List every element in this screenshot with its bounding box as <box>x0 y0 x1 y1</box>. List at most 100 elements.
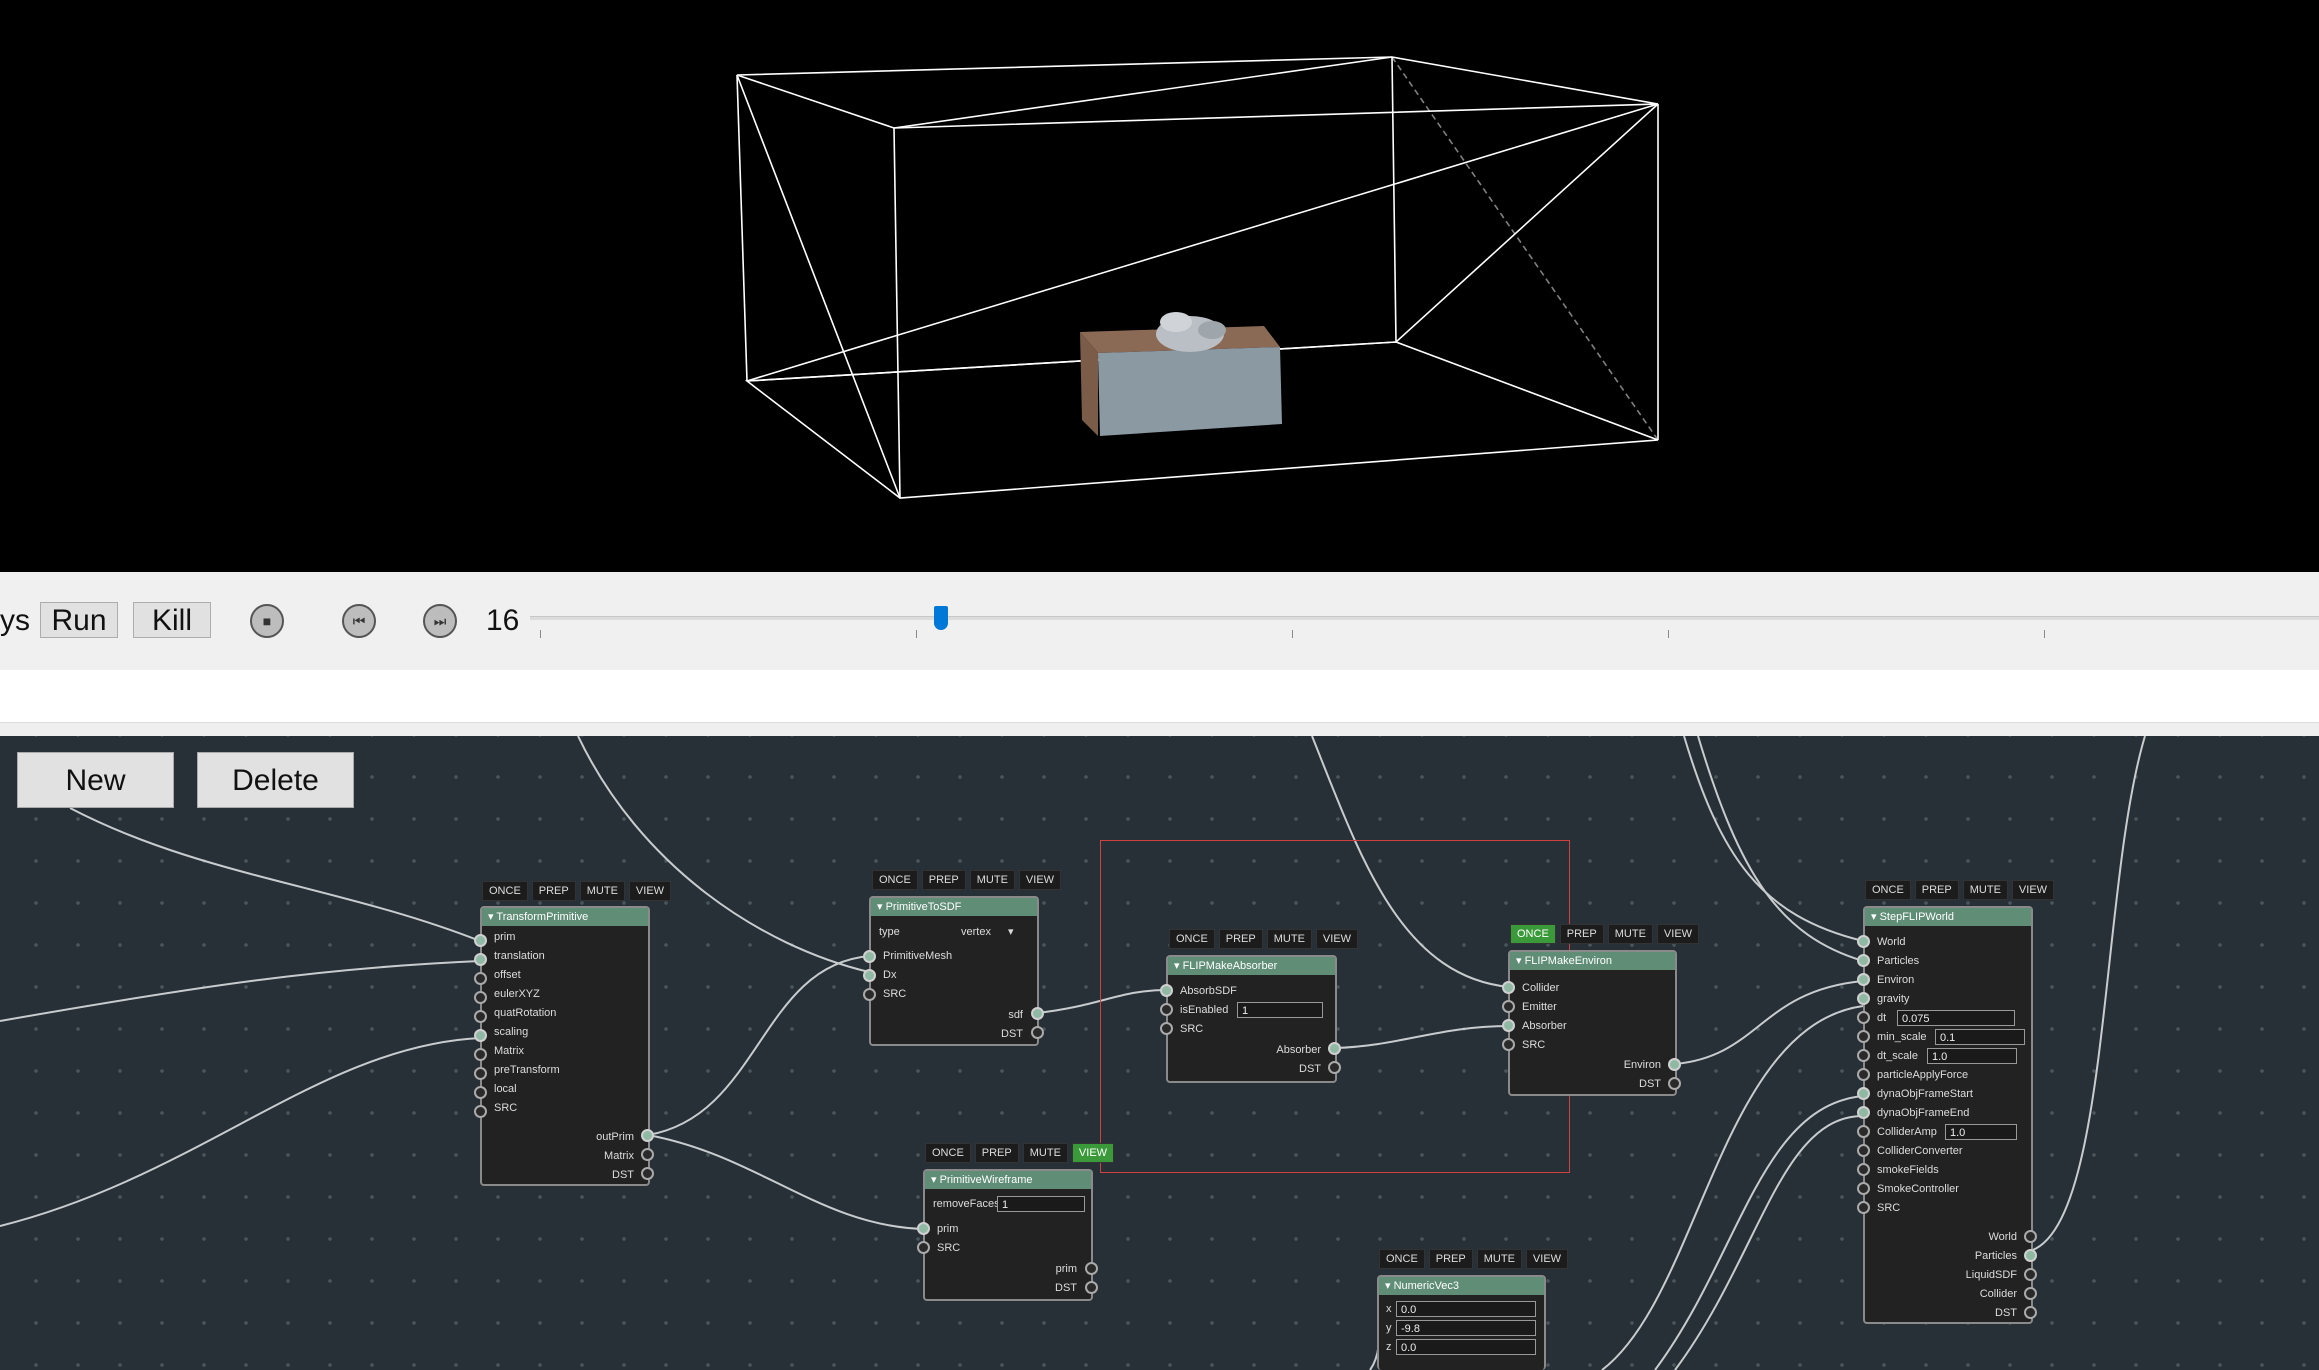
mute-toggle[interactable]: MUTE <box>1266 929 1312 949</box>
input-socket[interactable] <box>474 1067 487 1080</box>
input-socket[interactable] <box>1857 1163 1870 1176</box>
node-flip-make-environ[interactable]: ▾ FLIPMakeEnviron Collider Emitter Absor… <box>1508 950 1677 1096</box>
input-socket[interactable] <box>474 934 487 947</box>
prep-toggle[interactable]: PREP <box>1218 929 1263 949</box>
type-dropdown[interactable]: vertex ▾ <box>961 926 1014 939</box>
mute-toggle[interactable]: MUTE <box>1962 880 2008 900</box>
mute-toggle[interactable]: MUTE <box>969 870 1015 890</box>
next-frame-button[interactable]: ⏭ <box>423 604 457 638</box>
view-toggle[interactable]: VIEW <box>2011 880 2055 900</box>
output-socket[interactable] <box>2024 1268 2037 1281</box>
once-toggle[interactable]: ONCE <box>872 870 918 890</box>
node-numeric-vec3[interactable]: ▾ NumericVec3 x 0.0 y -9.8 z 0.0 <box>1377 1275 1546 1370</box>
collider-amp-field[interactable]: 1.0 <box>1945 1124 2017 1140</box>
mute-toggle[interactable]: MUTE <box>1476 1249 1522 1269</box>
input-socket[interactable] <box>1857 973 1870 986</box>
input-socket[interactable] <box>474 972 487 985</box>
prep-toggle[interactable]: PREP <box>1914 880 1959 900</box>
input-socket[interactable] <box>1857 1030 1870 1043</box>
node-flip-make-absorber[interactable]: ▾ FLIPMakeAbsorber AbsorbSDF isEnabled 1… <box>1166 955 1337 1083</box>
input-socket[interactable] <box>1502 1038 1515 1051</box>
node-title[interactable]: ▾ FLIPMakeEnviron <box>1510 952 1675 970</box>
node-step-flip-world[interactable]: ▾ StepFLIPWorld World Particles Environ … <box>1863 906 2033 1324</box>
stop-button[interactable]: ■ <box>250 604 284 638</box>
input-socket[interactable] <box>474 1105 487 1118</box>
once-toggle[interactable]: ONCE <box>1865 880 1911 900</box>
node-transform-primitive[interactable]: ▾ TransformPrimitive prim translation of… <box>480 906 650 1186</box>
input-socket[interactable] <box>1857 1201 1870 1214</box>
output-socket[interactable] <box>641 1167 654 1180</box>
output-socket[interactable] <box>641 1129 654 1142</box>
is-enabled-field[interactable]: 1 <box>1237 1002 1323 1018</box>
input-socket[interactable] <box>1160 984 1173 997</box>
output-socket[interactable] <box>1668 1058 1681 1071</box>
input-socket[interactable] <box>1857 1106 1870 1119</box>
view-toggle[interactable]: VIEW <box>1656 924 1700 944</box>
input-socket[interactable] <box>1857 1182 1870 1195</box>
node-title[interactable]: ▾ FLIPMakeAbsorber <box>1168 957 1335 975</box>
input-socket[interactable] <box>1857 1011 1870 1024</box>
node-title[interactable]: ▾ TransformPrimitive <box>482 908 648 926</box>
once-toggle[interactable]: ONCE <box>1379 1249 1425 1269</box>
node-primitive-wireframe[interactable]: ▾ PrimitiveWireframe removeFaces 1 prim … <box>923 1169 1093 1301</box>
remove-faces-field[interactable]: 1 <box>997 1196 1085 1212</box>
view-toggle[interactable]: VIEW <box>1071 1143 1115 1163</box>
once-toggle[interactable]: ONCE <box>1169 929 1215 949</box>
input-socket[interactable] <box>474 953 487 966</box>
timeline-track[interactable] <box>530 616 2319 620</box>
input-socket[interactable] <box>863 969 876 982</box>
input-socket[interactable] <box>1160 1022 1173 1035</box>
kill-button[interactable]: Kill <box>133 602 211 638</box>
input-socket[interactable] <box>1857 1144 1870 1157</box>
input-socket[interactable] <box>863 950 876 963</box>
prev-frame-button[interactable]: ⏮ <box>342 604 376 638</box>
node-graph-editor[interactable]: New Delete ONCE PREP MUTE VIEW ▾ Transfo… <box>0 736 2319 1370</box>
once-toggle[interactable]: ONCE <box>1510 924 1556 944</box>
mute-toggle[interactable]: MUTE <box>579 881 625 901</box>
min-scale-field[interactable]: 0.1 <box>1935 1029 2025 1045</box>
dt-scale-field[interactable]: 1.0 <box>1927 1048 2017 1064</box>
delete-button[interactable]: Delete <box>197 752 354 808</box>
mute-toggle[interactable]: MUTE <box>1607 924 1653 944</box>
new-button[interactable]: New <box>17 752 174 808</box>
input-socket[interactable] <box>917 1241 930 1254</box>
input-socket[interactable] <box>1502 1000 1515 1013</box>
input-socket[interactable] <box>1857 992 1870 1005</box>
output-socket[interactable] <box>1085 1262 1098 1275</box>
prep-toggle[interactable]: PREP <box>1428 1249 1473 1269</box>
z-field[interactable]: 0.0 <box>1396 1339 1536 1355</box>
input-socket[interactable] <box>917 1222 930 1235</box>
output-socket[interactable] <box>1031 1007 1044 1020</box>
output-socket[interactable] <box>2024 1230 2037 1243</box>
prep-toggle[interactable]: PREP <box>921 870 966 890</box>
x-field[interactable]: 0.0 <box>1396 1301 1536 1317</box>
view-toggle[interactable]: VIEW <box>1315 929 1359 949</box>
input-socket[interactable] <box>1857 935 1870 948</box>
input-socket[interactable] <box>474 1029 487 1042</box>
node-title[interactable]: ▾ PrimitiveToSDF <box>871 898 1037 916</box>
output-socket[interactable] <box>1031 1026 1044 1039</box>
input-socket[interactable] <box>1857 1125 1870 1138</box>
view-toggle[interactable]: VIEW <box>1525 1249 1569 1269</box>
output-socket[interactable] <box>1328 1042 1341 1055</box>
input-socket[interactable] <box>1857 1049 1870 1062</box>
node-title[interactable]: ▾ NumericVec3 <box>1379 1277 1544 1295</box>
input-socket[interactable] <box>474 991 487 1004</box>
once-toggle[interactable]: ONCE <box>925 1143 971 1163</box>
output-socket[interactable] <box>1085 1281 1098 1294</box>
output-socket[interactable] <box>2024 1287 2037 1300</box>
prep-toggle[interactable]: PREP <box>974 1143 1019 1163</box>
input-socket[interactable] <box>474 1010 487 1023</box>
input-socket[interactable] <box>1502 981 1515 994</box>
node-title[interactable]: ▾ StepFLIPWorld <box>1865 908 2031 926</box>
output-socket[interactable] <box>1668 1077 1681 1090</box>
output-socket[interactable] <box>1328 1061 1341 1074</box>
prep-toggle[interactable]: PREP <box>1559 924 1604 944</box>
node-title[interactable]: ▾ PrimitiveWireframe <box>925 1171 1091 1189</box>
output-socket[interactable] <box>2024 1306 2037 1319</box>
input-socket[interactable] <box>1857 954 1870 967</box>
run-button[interactable]: Run <box>40 602 118 638</box>
y-field[interactable]: -9.8 <box>1396 1320 1536 1336</box>
timeline-handle[interactable] <box>934 606 949 630</box>
mute-toggle[interactable]: MUTE <box>1022 1143 1068 1163</box>
